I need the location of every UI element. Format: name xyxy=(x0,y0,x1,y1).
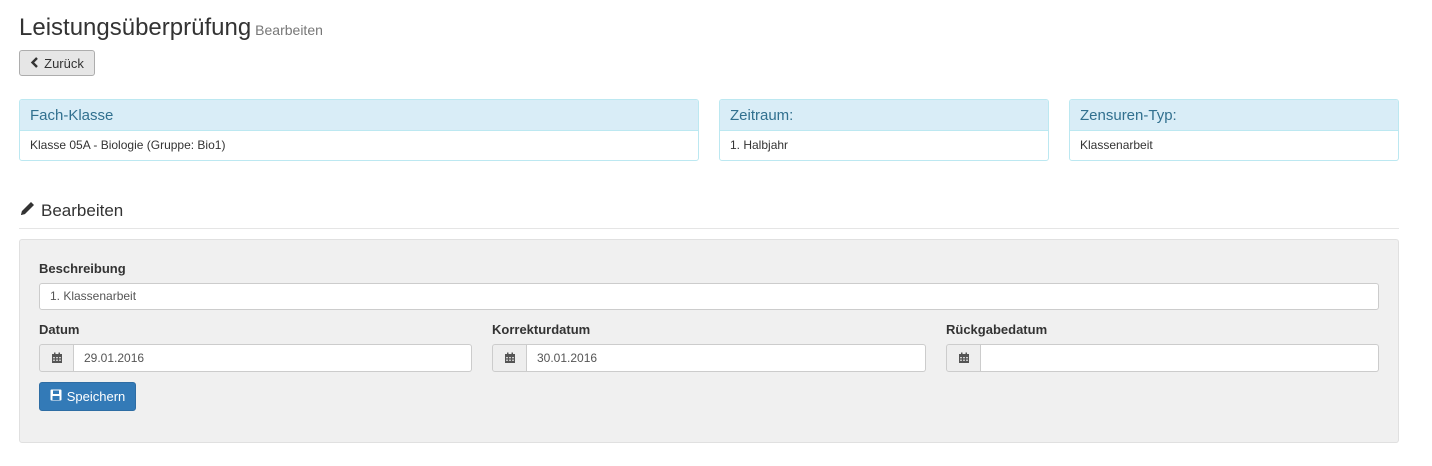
calendar-icon[interactable] xyxy=(946,344,981,372)
save-button-label: Speichern xyxy=(66,389,126,404)
korrekturdatum-label: Korrekturdatum xyxy=(492,322,591,337)
korrekturdatum-input[interactable]: 30.01.2016 xyxy=(527,344,926,372)
section-heading: Bearbeiten xyxy=(19,200,123,222)
datum-input-group: 29.01.2016 xyxy=(39,344,472,372)
panel-zensuren-typ: Zensuren-Typ: Klassenarbeit xyxy=(1069,99,1399,161)
panel-body: 1. Halbjahr xyxy=(730,138,789,152)
rueckgabedatum-input[interactable] xyxy=(981,344,1379,372)
rueckgabedatum-input-group xyxy=(946,344,1379,372)
calendar-icon[interactable] xyxy=(492,344,527,372)
section-title: Bearbeiten xyxy=(41,201,124,220)
edit-form xyxy=(19,239,1399,443)
save-button[interactable]: Speichern xyxy=(39,382,136,411)
pencil-icon xyxy=(19,200,36,222)
datum-label: Datum xyxy=(39,322,80,337)
back-button[interactable]: Zurück xyxy=(19,50,95,76)
panel-heading: Zensuren-Typ: xyxy=(1070,100,1398,131)
beschreibung-input[interactable]: 1. Klassenarbeit xyxy=(39,283,1379,310)
beschreibung-label: Beschreibung xyxy=(39,261,126,276)
panel-heading: Fach-Klasse xyxy=(20,100,698,131)
datum-input[interactable]: 29.01.2016 xyxy=(74,344,472,372)
panel-heading: Zeitraum: xyxy=(720,100,1048,131)
page-title: Leistungsüberprüfung Bearbeiten xyxy=(19,14,323,42)
page-title-text: Leistungsüberprüfung xyxy=(19,14,252,41)
chevron-left-icon xyxy=(30,56,39,71)
panel-fach-klasse: Fach-Klasse Klasse 05A - Biologie (Grupp… xyxy=(19,99,699,161)
page-subtitle: Bearbeiten xyxy=(255,22,323,38)
panel-zeitraum: Zeitraum: 1. Halbjahr xyxy=(719,99,1049,161)
korrekturdatum-input-group: 30.01.2016 xyxy=(492,344,926,372)
divider xyxy=(19,228,1399,229)
back-button-label: Zurück xyxy=(44,55,84,71)
floppy-disk-icon xyxy=(50,389,62,404)
panel-body: Klasse 05A - Biologie (Gruppe: Bio1) xyxy=(30,138,226,152)
rueckgabedatum-label: Rückgabedatum xyxy=(946,322,1048,337)
panel-body: Klassenarbeit xyxy=(1080,138,1153,152)
calendar-icon[interactable] xyxy=(39,344,74,372)
